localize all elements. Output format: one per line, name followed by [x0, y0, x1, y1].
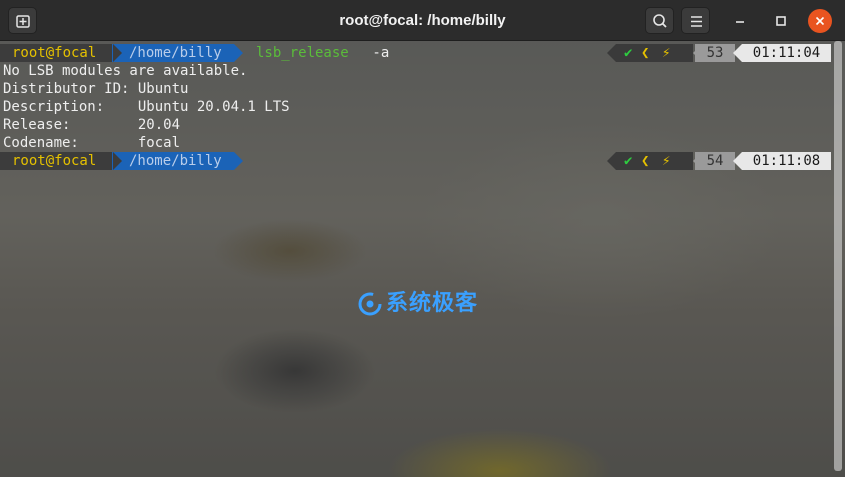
prompt-directory: /home/billy: [112, 152, 234, 170]
status-check-icon: ✔: [624, 45, 633, 61]
maximize-icon: [776, 16, 786, 26]
terminal-window: root@focal: /home/billy root@focal /home…: [0, 0, 845, 477]
minimize-button[interactable]: [728, 9, 752, 33]
chevron-icon: ❮: [641, 153, 650, 169]
output-line: Release: 20.04: [3, 117, 181, 133]
output-line: No LSB modules are available.: [3, 63, 248, 79]
hamburger-menu-icon: [691, 16, 702, 27]
maximize-button[interactable]: [769, 9, 793, 33]
title-bar: root@focal: /home/billy: [0, 0, 845, 41]
prompt-time: 01:11:04: [742, 44, 831, 62]
prompt-line: root@focal /home/billy lsb_release -a ✔ …: [0, 44, 834, 62]
minimize-icon: [736, 21, 744, 23]
prompt-line: root@focal /home/billy ✔ ❮ ⚡ 54 01:11:08: [0, 152, 834, 170]
command-args: -a: [364, 45, 390, 61]
prompt-time: 01:11:08: [742, 152, 831, 170]
lightning-icon: ⚡: [662, 153, 671, 169]
window-title: root@focal: /home/billy: [339, 12, 506, 29]
terminal-area[interactable]: root@focal /home/billy lsb_release -a ✔ …: [0, 41, 845, 477]
prompt-user-host: root@focal: [0, 152, 113, 170]
close-button[interactable]: [808, 9, 832, 33]
status-check-icon: ✔: [624, 153, 633, 169]
watermark-text: 系统极客: [386, 291, 479, 316]
prompt-directory: /home/billy: [112, 44, 234, 62]
command-text: lsb_release: [256, 45, 349, 61]
watermark-logo-icon: [358, 292, 382, 316]
menu-button[interactable]: [681, 7, 710, 34]
prompt-user-host: root@focal: [0, 44, 113, 62]
close-icon: [815, 16, 825, 26]
search-button[interactable]: [645, 7, 674, 34]
output-line: Codename: focal: [3, 135, 181, 151]
search-icon: [653, 14, 667, 28]
output-line: Distributor ID: Ubuntu: [3, 81, 189, 97]
scrollbar[interactable]: [834, 41, 842, 471]
chevron-icon: ❮: [641, 45, 650, 61]
output-line: Description: Ubuntu 20.04.1 LTS: [3, 99, 290, 115]
lightning-icon: ⚡: [662, 45, 671, 61]
